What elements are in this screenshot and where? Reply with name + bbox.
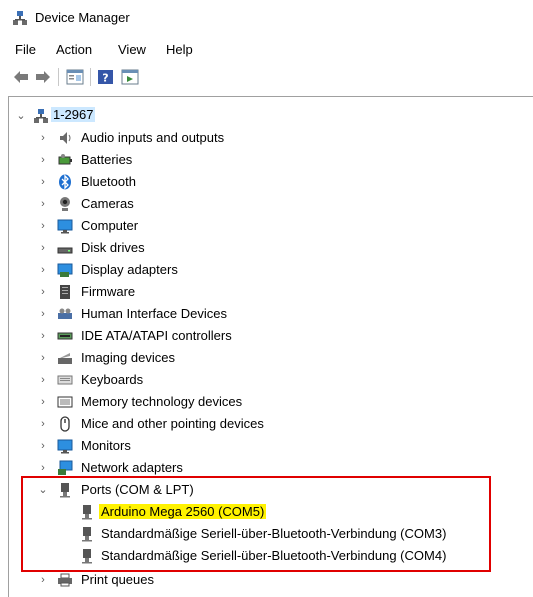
tree-category[interactable]: › Mice and other pointing devices	[9, 413, 529, 435]
tree-category[interactable]: › Cameras	[9, 193, 529, 215]
tree-category-label: Monitors	[81, 438, 131, 453]
forward-arrow-icon[interactable]	[34, 69, 52, 85]
chevron-right-icon[interactable]: ›	[37, 352, 49, 364]
firmware-icon	[60, 285, 70, 299]
tree-category-label: Cameras	[81, 196, 134, 211]
chevron-right-icon[interactable]: ›	[37, 418, 49, 430]
tree-category-label: Mice and other pointing devices	[81, 416, 264, 431]
tree-category[interactable]: › Monitors	[9, 435, 529, 457]
speaker-icon	[60, 132, 71, 144]
annotation-box	[21, 476, 491, 572]
properties-icon[interactable]	[66, 69, 84, 85]
show-hidden-icon[interactable]	[121, 69, 139, 85]
ide-icon	[57, 332, 73, 340]
tree-category[interactable]: › Human Interface Devices	[9, 303, 529, 325]
tree-category-label: Bluetooth	[81, 174, 136, 189]
chevron-right-icon[interactable]: ›	[37, 396, 49, 408]
tree-category-label: Print queues	[81, 572, 154, 587]
chevron-right-icon[interactable]: ›	[37, 264, 49, 276]
tree-category[interactable]: › Disk drives	[9, 237, 529, 259]
tree-category[interactable]: › Keyboards	[9, 369, 529, 391]
computer-network-icon	[34, 109, 48, 123]
title-bar: Device Manager	[0, 0, 533, 34]
camera-icon	[60, 197, 70, 211]
tree-category[interactable]: › Bluetooth	[9, 171, 529, 193]
tree-category-label: Memory technology devices	[81, 394, 243, 409]
tree-category-label: Imaging devices	[81, 350, 175, 365]
tree-root[interactable]: ⌄ 1-2967	[9, 105, 529, 127]
disk-icon	[57, 247, 73, 254]
tree-root-label: 1-2967	[51, 107, 96, 122]
chevron-right-icon[interactable]: ›	[37, 242, 49, 254]
help-icon[interactable]: ?	[97, 69, 115, 85]
tree-category[interactable]: › Firmware	[9, 281, 529, 303]
display-adapter-icon	[57, 263, 73, 277]
menu-file[interactable]: File	[15, 42, 36, 57]
printer-icon	[58, 573, 72, 587]
chevron-right-icon[interactable]: ›	[37, 462, 49, 474]
svg-text:?: ?	[102, 72, 108, 85]
toolbar-separator	[58, 68, 59, 86]
tree-category-label: Network adapters	[81, 460, 183, 475]
monitor-icon	[57, 219, 73, 234]
tree-category[interactable]: › Audio inputs and outputs	[9, 127, 529, 149]
chevron-right-icon[interactable]: ›	[37, 574, 49, 586]
chevron-right-icon[interactable]: ›	[37, 374, 49, 386]
tree-category[interactable]: › Display adapters	[9, 259, 529, 281]
monitor-icon	[57, 439, 73, 454]
menu-help[interactable]: Help	[166, 42, 193, 57]
network-icon	[58, 460, 73, 475]
toolbar: ?	[0, 64, 533, 90]
tree-category-label: Audio inputs and outputs	[81, 130, 225, 145]
tree-category[interactable]: › Memory technology devices	[9, 391, 529, 413]
chevron-down-icon[interactable]: ⌄	[15, 110, 27, 122]
tree-category-label: Display adapters	[81, 262, 178, 277]
battery-icon	[58, 154, 72, 165]
tree-category[interactable]: › Print queues	[9, 569, 529, 591]
tree-category-label: Disk drives	[81, 240, 145, 255]
chevron-right-icon[interactable]: ›	[37, 220, 49, 232]
menu-view[interactable]: View	[118, 42, 146, 57]
mouse-icon	[60, 416, 70, 432]
chevron-right-icon[interactable]: ›	[37, 286, 49, 298]
tree-category-label: Human Interface Devices	[81, 306, 227, 321]
chevron-right-icon[interactable]: ›	[37, 176, 49, 188]
chevron-right-icon[interactable]: ›	[37, 308, 49, 320]
tree-category[interactable]: › Imaging devices	[9, 347, 529, 369]
hid-icon	[58, 308, 72, 319]
bluetooth-icon	[59, 174, 71, 190]
chevron-right-icon[interactable]: ›	[37, 154, 49, 166]
tree-category[interactable]: › Batteries	[9, 149, 529, 171]
toolbar-separator	[90, 68, 91, 86]
tree-category-label: Firmware	[81, 284, 136, 299]
menu-bar: File Action View Help	[0, 38, 533, 60]
tree-category-label: IDE ATA/ATAPI controllers	[81, 328, 232, 343]
keyboard-icon	[57, 375, 73, 385]
tree-category-label: Keyboards	[81, 372, 144, 387]
chevron-right-icon[interactable]: ›	[37, 330, 49, 342]
window-title: Device Manager	[35, 10, 130, 25]
chevron-right-icon[interactable]: ›	[37, 132, 49, 144]
tree-category-label: Batteries	[81, 152, 133, 167]
back-arrow-icon[interactable]	[12, 69, 30, 85]
menu-action[interactable]: Action	[56, 42, 92, 57]
tree-category[interactable]: › Computer	[9, 215, 529, 237]
chevron-right-icon[interactable]: ›	[37, 198, 49, 210]
imaging-icon	[58, 353, 72, 364]
tree-category[interactable]: › IDE ATA/ATAPI controllers	[9, 325, 529, 347]
tree-category-label: Computer	[81, 218, 139, 233]
chevron-right-icon[interactable]: ›	[37, 440, 49, 452]
device-manager-icon	[13, 11, 27, 25]
memory-icon	[57, 396, 73, 408]
